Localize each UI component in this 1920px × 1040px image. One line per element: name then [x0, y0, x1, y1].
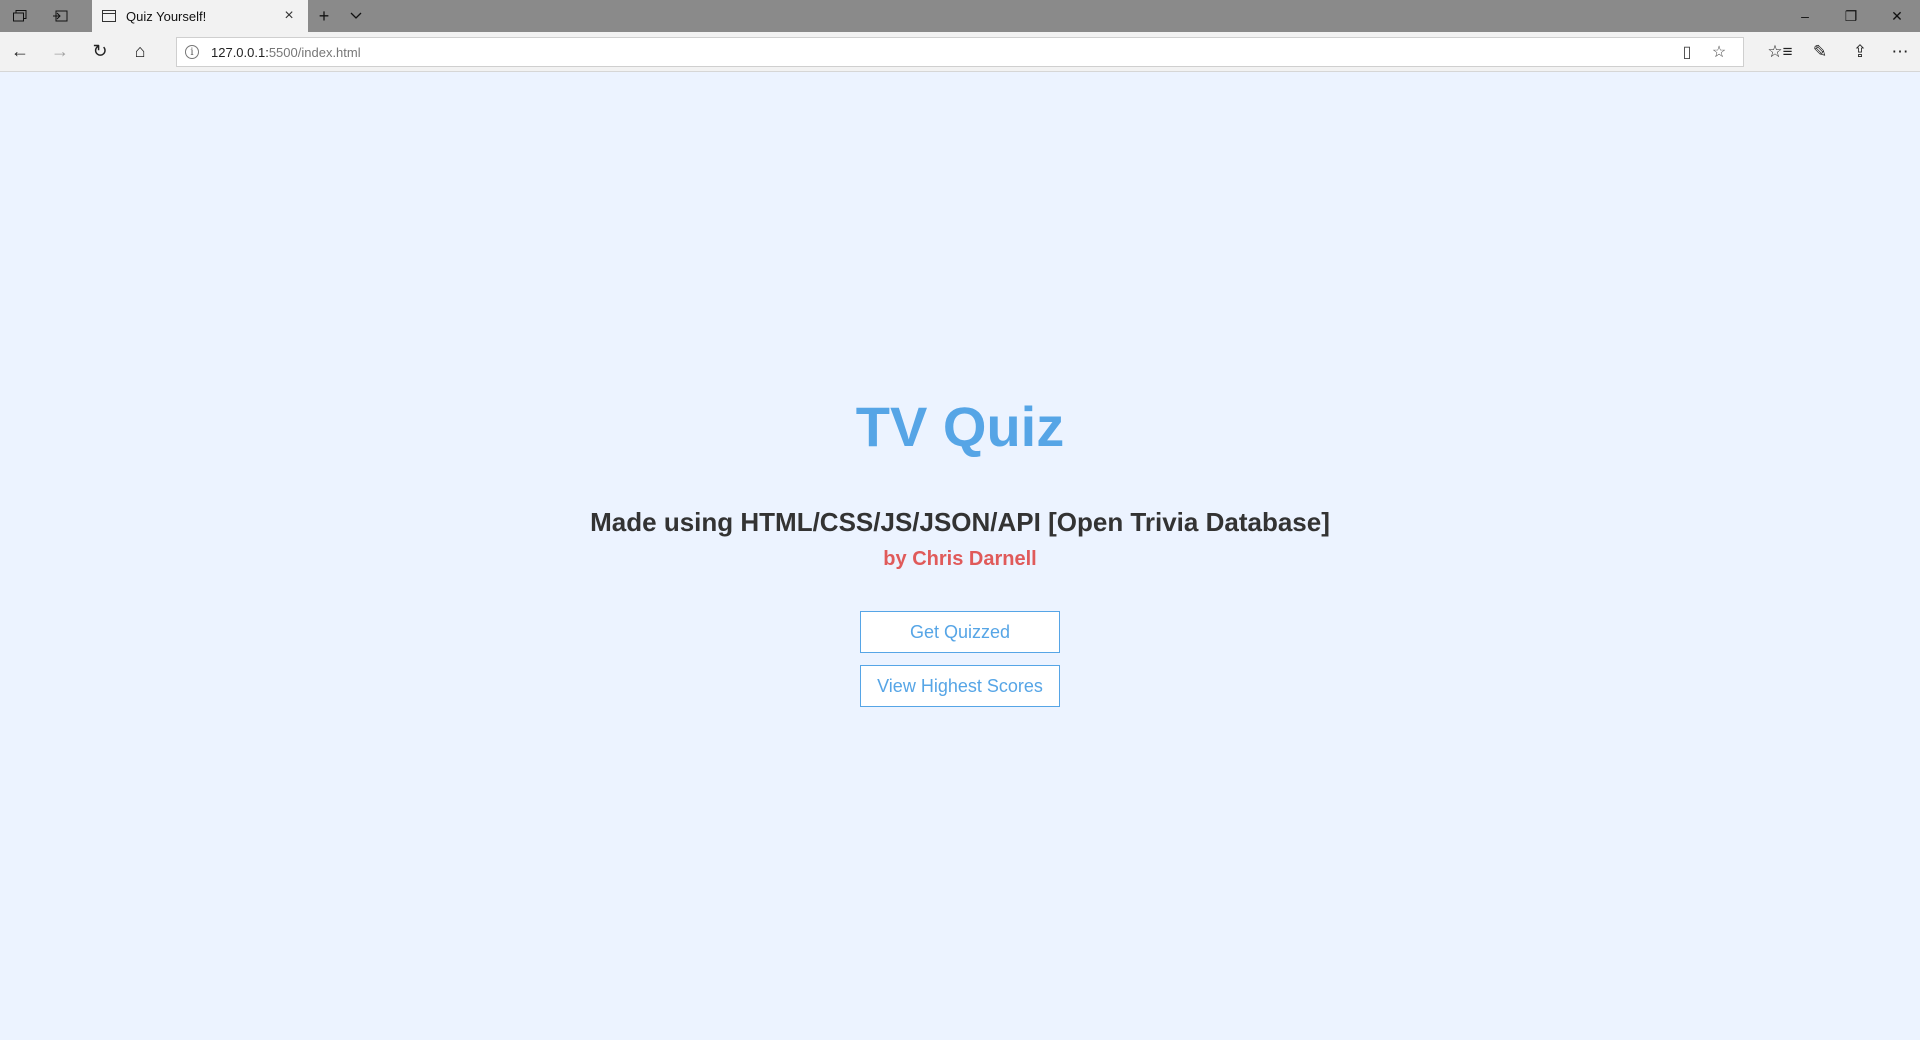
page-title: TV Quiz: [855, 395, 1065, 458]
share-icon[interactable]: ⇪: [1840, 32, 1880, 72]
window-controls: – ❐ ✕: [1782, 0, 1920, 32]
home-icon[interactable]: ⌂: [120, 32, 160, 72]
new-tab-icon[interactable]: +: [308, 0, 340, 32]
refresh-icon[interactable]: ↻: [80, 32, 120, 72]
set-tabs-aside-icon[interactable]: [40, 0, 80, 32]
browser-tools: ☆≡ ✎ ⇪ ⋯: [1760, 32, 1920, 72]
close-window-button[interactable]: ✕: [1874, 0, 1920, 32]
favorite-star-icon[interactable]: ☆: [1703, 42, 1735, 62]
address-bar[interactable]: i 127.0.0.1:5500/index.html ▯ ☆: [176, 37, 1744, 67]
tab-close-icon[interactable]: ×: [280, 7, 298, 25]
browser-titlebar: Quiz Yourself! × + – ❐ ✕: [0, 0, 1920, 32]
author-credit: by Chris Darnell: [883, 548, 1037, 570]
browser-navbar: ← → ↻ ⌂ i 127.0.0.1:5500/index.html ▯ ☆ …: [0, 32, 1920, 72]
address-path: 5500/index.html: [268, 44, 361, 60]
address-host: 127.0.0.1:: [211, 44, 269, 60]
restore-button[interactable]: ❐: [1828, 0, 1874, 32]
minimize-button[interactable]: –: [1782, 0, 1828, 32]
browser-tab[interactable]: Quiz Yourself! ×: [92, 0, 308, 32]
forward-icon[interactable]: →: [40, 32, 80, 72]
web-notes-icon[interactable]: ✎: [1800, 32, 1840, 72]
page-content: TV Quiz Made using HTML/CSS/JS/JSON/API …: [0, 72, 1920, 1040]
page-subtitle: Made using HTML/CSS/JS/JSON/API [Open Tr…: [590, 507, 1330, 537]
page-icon: [102, 10, 116, 22]
address-text[interactable]: 127.0.0.1:5500/index.html: [211, 45, 1671, 60]
favorites-hub-icon[interactable]: ☆≡: [1760, 32, 1800, 72]
tab-title: Quiz Yourself!: [126, 8, 207, 24]
view-highest-scores-button[interactable]: View Highest Scores: [860, 665, 1060, 707]
tab-preview-chevron-icon[interactable]: [340, 0, 372, 32]
tabs-aside-icon[interactable]: [0, 0, 40, 32]
get-quizzed-button[interactable]: Get Quizzed: [860, 611, 1060, 653]
site-info-icon[interactable]: i: [185, 45, 199, 59]
more-icon[interactable]: ⋯: [1880, 32, 1920, 72]
back-icon[interactable]: ←: [0, 32, 40, 72]
reading-view-icon[interactable]: ▯: [1671, 42, 1703, 62]
